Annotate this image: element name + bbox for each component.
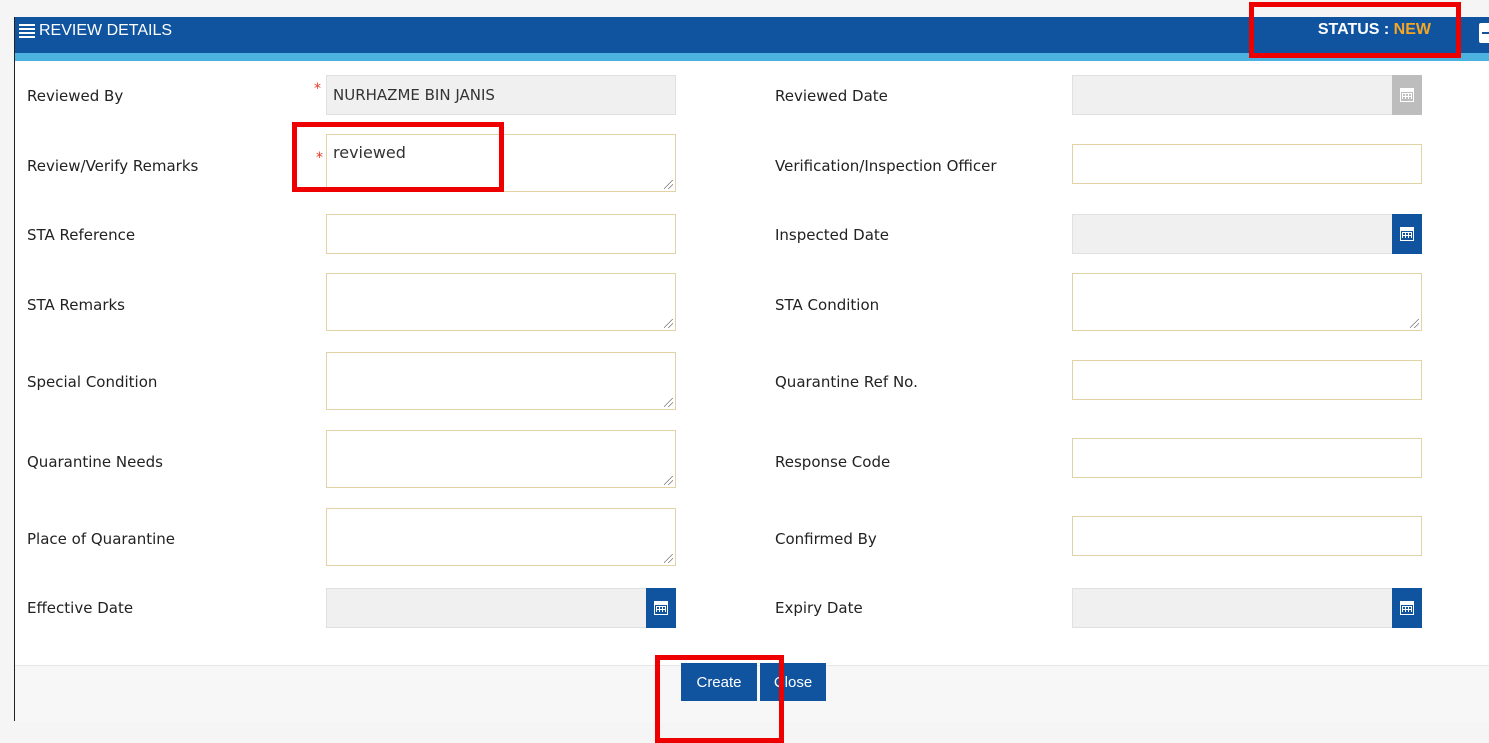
reviewed-by-value: NURHAZME BIN JANIS [333,86,495,104]
response-code-input[interactable] [1072,438,1422,478]
panel-title: REVIEW DETAILS [19,22,172,40]
confirmed-by-input[interactable] [1072,516,1422,556]
panel-title-text: REVIEW DETAILS [39,22,173,39]
quarantine-needs-textarea[interactable] [326,430,676,488]
review-details-panel: REVIEW DETAILS STATUS : NEW Reviewed By … [14,17,1489,722]
label-quarantine-ref-no: Quarantine Ref No. [775,373,918,391]
calendar-icon[interactable] [646,588,676,628]
special-condition-textarea[interactable] [326,352,676,410]
label-sta-condition: STA Condition [775,296,880,314]
resize-grip-icon[interactable] [664,319,673,328]
label-review-verify-remarks: Review/Verify Remarks [27,157,199,175]
label-expiry-date: Expiry Date [775,599,863,617]
sta-reference-input[interactable] [326,214,676,254]
required-marker: * [314,81,321,97]
expiry-date-input[interactable] [1072,588,1422,628]
label-special-condition: Special Condition [27,373,158,391]
highlight-box-create [655,655,784,743]
calendar-icon[interactable] [1392,588,1422,628]
resize-grip-icon[interactable] [664,554,673,563]
label-inspected-date: Inspected Date [775,226,889,244]
label-effective-date: Effective Date [27,599,134,617]
collapse-icon[interactable] [1479,23,1489,43]
label-sta-reference: STA Reference [27,226,136,244]
label-confirmed-by: Confirmed By [775,530,877,548]
sta-remarks-textarea[interactable] [326,273,676,331]
label-reviewed-date: Reviewed Date [775,87,888,105]
label-sta-remarks: STA Remarks [27,296,125,314]
resize-grip-icon[interactable] [664,476,673,485]
place-of-quarantine-textarea[interactable] [326,508,676,566]
reviewed-by-field[interactable]: NURHAZME BIN JANIS [326,75,676,115]
effective-date-input[interactable] [326,588,676,628]
quarantine-ref-no-input[interactable] [1072,360,1422,400]
label-place-of-quarantine: Place of Quarantine [27,530,176,548]
resize-grip-icon[interactable] [664,180,673,189]
list-icon [19,24,35,38]
label-reviewed-by: Reviewed By [27,87,124,105]
resize-grip-icon[interactable] [1410,319,1419,328]
verification-inspection-officer-input[interactable] [1072,144,1422,184]
resize-grip-icon[interactable] [664,398,673,407]
highlight-box-status [1249,2,1461,58]
label-verification-inspection-officer: Verification/Inspection Officer [775,157,997,175]
calendar-icon [1392,75,1422,115]
calendar-icon[interactable] [1392,214,1422,254]
inspected-date-input[interactable] [1072,214,1422,254]
highlight-box-remarks [292,122,504,192]
label-quarantine-needs: Quarantine Needs [27,453,163,471]
label-response-code: Response Code [775,453,891,471]
reviewed-date-input [1072,75,1422,115]
sta-condition-textarea[interactable] [1072,273,1422,331]
